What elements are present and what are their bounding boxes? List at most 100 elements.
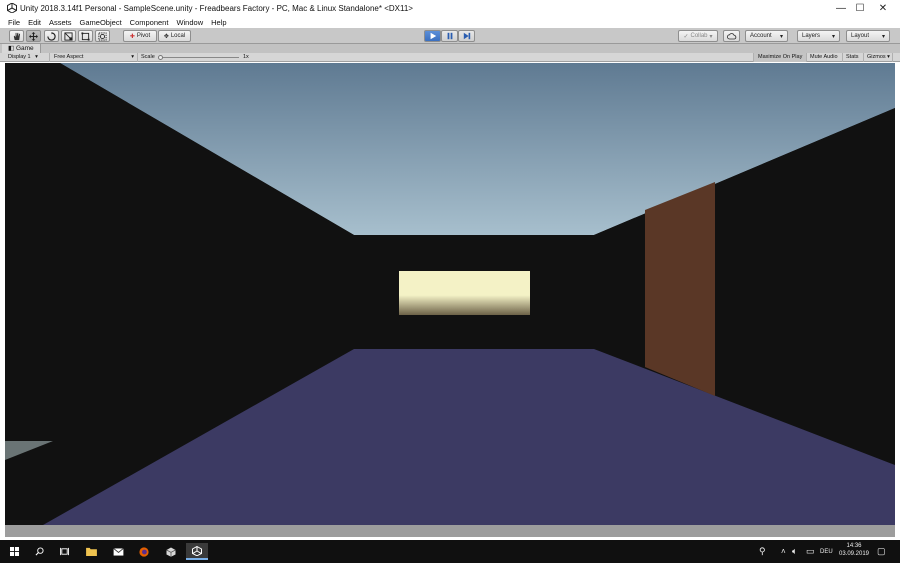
chevron-up-icon[interactable]: ˄ — [781, 547, 786, 556]
menu-help[interactable]: Help — [207, 17, 230, 28]
firefox-button[interactable] — [133, 543, 155, 560]
network-icon[interactable]: ▭ — [806, 546, 815, 557]
language-indicator[interactable]: DEU — [820, 549, 833, 555]
scale-tool-button[interactable] — [61, 30, 76, 42]
display-label: Display 1 — [8, 54, 31, 60]
layout-dropdown[interactable]: Layout ▾ — [846, 30, 890, 42]
move-tool-button[interactable] — [26, 30, 41, 42]
local-label: Local — [170, 33, 186, 39]
title-bar: Unity 2018.3.14f1 Personal - SampleScene… — [0, 0, 900, 17]
clock[interactable]: 14:36 03.09.2019 — [838, 543, 870, 557]
display-dropdown[interactable]: Display 1 ▾ — [4, 53, 50, 62]
start-button[interactable] — [3, 543, 25, 560]
layers-dropdown[interactable]: Layers ▾ — [797, 30, 840, 42]
search-button[interactable] — [28, 543, 50, 560]
account-label: Account — [750, 33, 772, 39]
unity-icon — [192, 545, 202, 556]
menu-edit[interactable]: Edit — [24, 17, 45, 28]
right-edge — [895, 63, 900, 537]
clock-date: 03.09.2019 — [838, 551, 870, 557]
chevron-down-icon: ▾ — [779, 33, 783, 40]
game-scene — [5, 63, 895, 525]
wall-door — [645, 182, 715, 396]
hand-icon — [13, 32, 21, 40]
transform-icon — [98, 31, 107, 41]
unity-logo-icon — [7, 3, 17, 13]
unity-editor-button[interactable] — [186, 543, 208, 560]
transform-tool-button[interactable] — [95, 30, 110, 42]
menu-bar: File Edit Assets GameObject Component Wi… — [0, 17, 900, 28]
pivot-icon: ✚ — [129, 33, 135, 40]
main-toolbar: ✚ Pivot ✥ Local ✓ Collab ▾ Account ▾ Lay… — [0, 28, 900, 44]
pause-button[interactable] — [441, 30, 458, 42]
maximize-on-play-toggle[interactable]: Maximize On Play — [753, 53, 808, 62]
local-toggle[interactable]: ✥ Local — [158, 30, 191, 42]
aspect-dropdown[interactable]: Free Aspect ▾ — [50, 53, 138, 62]
step-button[interactable] — [458, 30, 475, 42]
stats-toggle[interactable]: Stats — [842, 53, 864, 62]
game-view[interactable] — [5, 63, 895, 525]
scale-slider-track[interactable] — [159, 57, 239, 58]
check-icon: ✓ — [683, 33, 689, 40]
scale-icon — [64, 31, 73, 41]
step-icon — [463, 32, 470, 40]
chevron-down-icon: ▾ — [35, 54, 38, 60]
gizmos-dropdown[interactable]: Gizmos ▾ — [863, 53, 893, 62]
cube-icon — [166, 547, 176, 557]
cloud-icon — [726, 32, 736, 39]
back-window-light — [399, 271, 530, 315]
play-icon — [430, 32, 436, 40]
play-button[interactable] — [424, 30, 441, 42]
layout-label: Layout — [851, 33, 870, 39]
close-button[interactable]: ✕ — [866, 0, 900, 17]
folder-icon — [85, 547, 97, 556]
hand-tool-button[interactable] — [9, 30, 24, 42]
speaker-icon[interactable]: 🔈︎ — [792, 546, 797, 557]
collab-dropdown[interactable]: ✓ Collab ▾ — [678, 30, 718, 42]
local-icon: ✥ — [163, 33, 169, 40]
account-dropdown[interactable]: Account ▾ — [745, 30, 788, 42]
gizmos-label: Gizmos — [867, 54, 886, 60]
cloud-button[interactable] — [723, 30, 740, 42]
windows-taskbar: ⚲ ˄ 🔈︎ ▭ DEU 14:36 03.09.2019 ▢ — [0, 540, 900, 563]
menu-assets[interactable]: Assets — [45, 17, 76, 28]
menu-gameobject[interactable]: GameObject — [76, 17, 126, 28]
task-view-button[interactable] — [53, 543, 75, 560]
mail-icon — [112, 547, 124, 556]
aspect-label: Free Aspect — [54, 54, 84, 60]
unity-hub-button[interactable] — [160, 543, 182, 560]
pivot-label: Pivot — [136, 33, 151, 39]
rect-tool-button[interactable] — [78, 30, 93, 42]
pivot-toggle[interactable]: ✚ Pivot — [123, 30, 157, 42]
chevron-down-icon: ▾ — [887, 54, 890, 60]
firefox-icon — [139, 546, 149, 557]
tab-game[interactable]: ◧ Game — [2, 44, 41, 53]
rotate-tool-button[interactable] — [44, 30, 59, 42]
game-tab-bar: ◧ Game — [0, 44, 900, 53]
search-icon — [35, 547, 44, 556]
window-title: Unity 2018.3.14f1 Personal - SampleScene… — [20, 4, 413, 13]
menu-window[interactable]: Window — [172, 17, 207, 28]
person-icon[interactable]: ⚲ — [759, 546, 766, 557]
chevron-down-icon: ▾ — [831, 33, 835, 40]
scale-slider-handle[interactable] — [158, 55, 163, 60]
rect-icon — [81, 31, 90, 41]
layers-label: Layers — [802, 33, 821, 39]
windows-icon — [9, 547, 19, 556]
chevron-down-icon: ▾ — [131, 54, 134, 60]
menu-component[interactable]: Component — [126, 17, 173, 28]
move-icon — [29, 31, 38, 41]
chevron-down-icon: ▾ — [881, 33, 885, 40]
task-view-icon — [59, 547, 69, 556]
rotate-icon — [47, 31, 56, 41]
chevron-down-icon: ▾ — [709, 33, 713, 40]
menu-file[interactable]: File — [0, 17, 24, 28]
tab-game-label: Game — [15, 45, 34, 52]
mail-button[interactable] — [107, 543, 129, 560]
clock-time: 14:36 — [846, 543, 862, 549]
file-explorer-button[interactable] — [80, 543, 102, 560]
scale-value: 1x — [243, 54, 249, 60]
collab-label: Collab — [690, 33, 708, 39]
mute-audio-toggle[interactable]: Mute Audio — [806, 53, 843, 62]
notifications-icon[interactable]: ▢ — [877, 546, 886, 557]
